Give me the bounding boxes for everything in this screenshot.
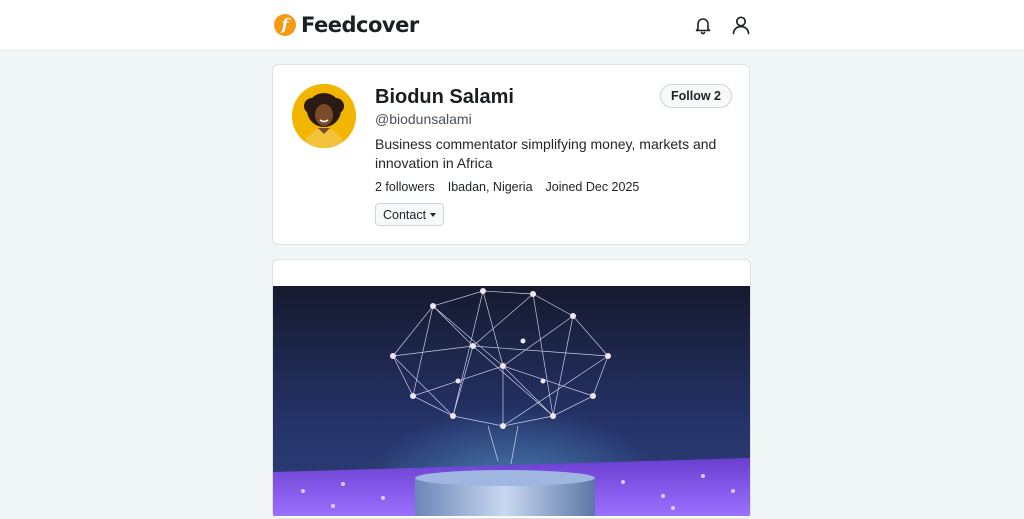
post-card — [272, 259, 751, 519]
follow-label: Follow 2 — [671, 89, 721, 103]
brand-name: Feedcover — [301, 13, 419, 37]
profile-handle: @biodunsalami — [375, 111, 472, 127]
avatar[interactable] — [292, 84, 356, 148]
post-image[interactable] — [273, 286, 751, 516]
top-navbar: f Feedcover — [0, 0, 1024, 51]
feedcover-logo-icon: f — [274, 14, 296, 36]
contact-label: Contact — [383, 207, 427, 222]
follow-button[interactable]: Follow 2 — [660, 84, 732, 108]
logo-letter: f — [281, 15, 289, 34]
profile-card: Biodun Salami @biodunsalami Business com… — [272, 64, 750, 245]
contact-dropdown-button[interactable]: Contact — [375, 203, 445, 226]
join-date: Joined Dec 2025 — [545, 180, 640, 194]
caret-down-icon — [430, 212, 437, 217]
location: Ibadan, Nigeria — [447, 180, 533, 194]
brand[interactable]: f Feedcover — [274, 13, 419, 37]
user-icon[interactable] — [729, 13, 753, 37]
profile-bio: Business commentator simplifying money, … — [375, 136, 717, 171]
followers-count[interactable]: 2 followers — [375, 180, 435, 194]
profile-name: Biodun Salami — [375, 86, 514, 108]
profile-meta: 2 followers Ibadan, Nigeria Joined Dec 2… — [375, 180, 639, 194]
bell-icon[interactable] — [691, 13, 715, 37]
